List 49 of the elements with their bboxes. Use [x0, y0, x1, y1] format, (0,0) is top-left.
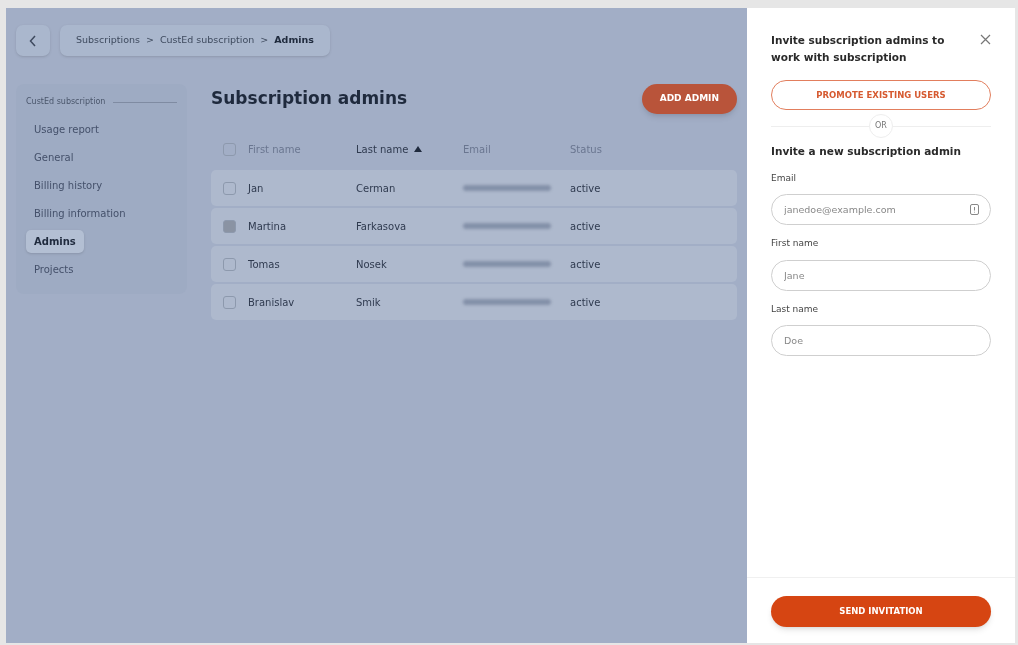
back-icon — [29, 34, 37, 47]
table-row[interactable]: Jan Cerman active — [211, 170, 737, 206]
breadcrumb-link[interactable]: Subscriptions — [76, 33, 140, 48]
table-cell-text: Branislav — [248, 295, 296, 310]
text-field[interactable]: Jane — [771, 259, 991, 291]
table-cell-text: Cerman — [356, 181, 397, 196]
row-checkbox[interactable] — [223, 295, 236, 309]
table-cell-text: Farkasova — [356, 219, 408, 234]
table-cell-text: active — [570, 181, 601, 196]
breadcrumb-link[interactable]: Admins — [274, 33, 314, 48]
back-button[interactable] — [16, 25, 50, 56]
table-cell-text: active — [570, 257, 601, 272]
field-label: First name — [771, 237, 820, 251]
row-checkbox[interactable] — [223, 219, 236, 233]
field-label: Email — [771, 171, 797, 185]
close-icon[interactable] — [980, 34, 991, 45]
sidebar-item[interactable]: Usage report — [26, 118, 107, 141]
info-card-icon — [970, 204, 979, 216]
sidebar-item[interactable]: Billing information — [26, 202, 134, 225]
row-checkbox[interactable] — [223, 257, 236, 271]
row-checkbox[interactable] — [223, 142, 236, 156]
table-cell-text: Smik — [356, 295, 382, 310]
page-title: Subscription admins — [211, 87, 408, 111]
table-row[interactable]: Branislav Smik active — [211, 284, 737, 320]
table-cell-text: Martina — [248, 219, 288, 234]
table-row[interactable]: Tomas Nosek active — [211, 246, 737, 282]
email-field[interactable]: janedoe@example.com — [771, 194, 991, 226]
sidebar-item[interactable]: General — [26, 146, 82, 169]
sidebar-item[interactable]: Projects — [26, 258, 82, 281]
row-checkbox[interactable] — [223, 181, 236, 195]
column-header[interactable]: Last name — [356, 141, 409, 157]
table-cell-text: active — [570, 219, 601, 234]
table-cell-text: active — [570, 295, 601, 310]
breadcrumb-link[interactable]: CustEd subscription — [159, 33, 255, 48]
sidebar-item[interactable]: Admins — [26, 230, 84, 253]
table-cell-text: Jan — [248, 181, 265, 196]
field-label: Last name — [771, 302, 820, 316]
sidebar-title: CustEd subscription — [26, 96, 106, 108]
table-cell-text: Nosek — [356, 257, 388, 272]
section-title: Invite a new subscription admin — [771, 144, 962, 159]
breadcrumb-separator: > — [146, 33, 154, 48]
add-admin-button[interactable]: ADD ADMIN — [641, 84, 737, 114]
table-cell-text: Tomas — [248, 257, 281, 272]
text-field[interactable]: Doe — [771, 325, 991, 357]
send-invitation-button[interactable]: SEND INVITATION — [771, 596, 991, 627]
sidebar-item[interactable]: Billing history — [26, 174, 111, 197]
table-row[interactable]: Martina Farkasova active — [211, 208, 737, 244]
breadcrumb-separator: > — [260, 33, 269, 48]
drawer-title: Invite subscription admins to work with subscription — [771, 33, 946, 65]
